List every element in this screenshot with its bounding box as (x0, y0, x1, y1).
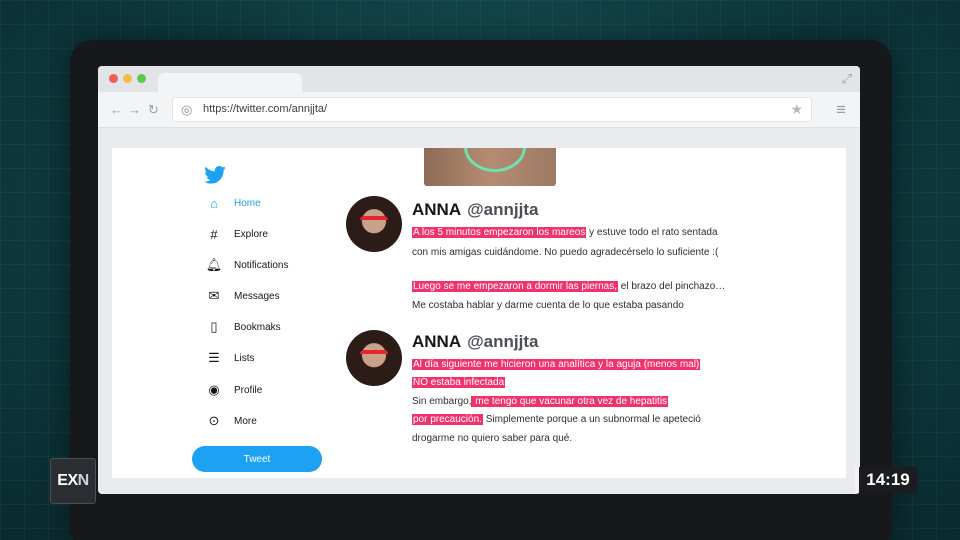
author-name[interactable]: ANNA (412, 332, 461, 351)
tweet-text-line: con mis amigas cuidándome. No puedo agra… (412, 247, 718, 258)
sidebar-item-label: More (234, 415, 257, 427)
tab-bar: ⤢ (98, 66, 860, 92)
sidebar-item-profile[interactable]: ◉ Profile (204, 379, 262, 401)
sidebar-item-label: Profile (234, 384, 263, 396)
bookmark-icon: ▯ (210, 319, 218, 334)
highlighted-text: Luego se me empezaron a dormir las piern… (412, 281, 618, 292)
broadcast-clock: 14:19 (855, 467, 917, 493)
tweet-media-image[interactable] (424, 148, 556, 186)
author-handle[interactable]: @annjjta (467, 200, 538, 219)
plain-text: Simplemente porque a un subnormal le ape… (482, 414, 701, 425)
plain-text: con mis amigas cuidándome. No puedo agra… (412, 247, 719, 258)
minimize-window-button[interactable] (123, 74, 132, 83)
tweet-text-line: Me costaba hablar y darme cuenta de lo q… (412, 300, 684, 311)
sidebar-item-label: Messages (234, 290, 280, 302)
tweet-text-line: drogarme no quiero saber para qué. (412, 433, 572, 444)
avatar[interactable] (346, 196, 402, 252)
back-arrow-icon[interactable]: ← (110, 102, 123, 117)
globe-icon: ◎ (181, 102, 193, 117)
sidebar-item-notifications[interactable]: 🔔︎ Notifications (204, 254, 289, 276)
logo-accent-text: N (77, 472, 90, 489)
highlighted-text: Al día siguiente me hicieron una analíti… (412, 359, 701, 370)
bell-icon: 🔔︎ (205, 257, 223, 272)
plain-text: drogarme no quiero saber para qué. (412, 433, 573, 444)
home-icon: ⌂ (210, 195, 218, 211)
menu-icon[interactable]: ≡ (836, 100, 846, 120)
tweet-text-line: Luego se me empezaron a dormir las piern… (412, 281, 725, 292)
tweet-text-line: NO estaba infectada (412, 377, 506, 388)
highlighted-text: por precaución. (412, 414, 483, 425)
tweet-text-line: Sin embargo, me tengo que vacunar otra v… (412, 396, 669, 407)
browser-window: ⤢ ← → ↻ ◎ https://twitter.com/annjjta/ ★… (98, 66, 860, 494)
plain-text: el brazo del pinchazo… (618, 281, 726, 292)
author-name[interactable]: ANNA (412, 200, 461, 219)
maximize-window-button[interactable] (137, 74, 146, 83)
sidebar-item-messages[interactable]: ✉ Messages (204, 285, 280, 307)
sidebar-item-label: Explore (234, 228, 268, 240)
sidebar-item-more[interactable]: ⊙ More (204, 410, 257, 432)
forward-arrow-icon[interactable]: → (128, 102, 141, 117)
sidebar-item-bookmarks[interactable]: ▯ Bookmaks (204, 316, 281, 338)
list-icon: ☰ (208, 350, 220, 365)
tweet-text-line: A los 5 minutos empezaron los mareos y e… (412, 227, 718, 238)
star-icon[interactable]: ★ (790, 101, 803, 118)
envelope-icon: ✉ (208, 288, 220, 303)
highlighted-text: A los 5 minutos empezaron los mareos (412, 227, 587, 238)
browser-tab[interactable] (158, 73, 302, 92)
twitter-page: ⌂ Home # Explore 🔔︎ Notifications ✉ Mess… (112, 148, 846, 478)
sidebar-item-label: Notifications (234, 259, 289, 271)
tweet-author: ANNA @annjjta (412, 332, 538, 352)
sidebar-item-home[interactable]: ⌂ Home (204, 192, 261, 214)
plain-text: Sin embargo, (412, 396, 472, 407)
sidebar-item-label: Lists (234, 352, 255, 364)
avatar[interactable] (346, 330, 402, 386)
author-handle[interactable]: @annjjta (467, 332, 538, 351)
sidebar-item-label: Home (234, 197, 261, 209)
highlighted-text: me tengo que vacunar otra vez de hepatit… (471, 396, 669, 407)
highlighted-text: NO estaba infectada (412, 377, 506, 388)
tweet-author: ANNA @annjjta (412, 200, 538, 220)
more-icon: ⊙ (208, 413, 220, 428)
twitter-bird-icon[interactable] (204, 166, 226, 190)
close-window-button[interactable] (109, 74, 118, 83)
sidebar-item-lists[interactable]: ☰ Lists (204, 347, 255, 369)
sidebar-item-explore[interactable]: # Explore (204, 223, 268, 245)
plain-text: Me costaba hablar y darme cuenta de lo q… (412, 300, 684, 311)
tweet-text-line: Al día siguiente me hicieron una analíti… (412, 359, 701, 370)
channel-logo: EX N (50, 458, 96, 504)
reload-icon[interactable]: ↻ (148, 102, 159, 118)
url-text: https://twitter.com/annjjta/ (203, 103, 328, 115)
browser-toolbar: ← → ↻ ◎ https://twitter.com/annjjta/ ★ ≡ (98, 92, 860, 128)
address-bar[interactable]: ◎ https://twitter.com/annjjta/ ★ (172, 97, 812, 122)
profile-icon: ◉ (208, 382, 220, 397)
plain-text: y estuve todo el rato sentada (586, 227, 718, 238)
tweet-text-line: por precaución. Simplemente porque a un … (412, 414, 701, 425)
expand-icon[interactable]: ⤢ (842, 71, 852, 87)
sidebar-item-label: Bookmaks (234, 321, 281, 333)
logo-text: EX (57, 472, 78, 489)
tweet-button[interactable]: Tweet (192, 446, 322, 472)
hashtag-icon: # (210, 226, 218, 242)
